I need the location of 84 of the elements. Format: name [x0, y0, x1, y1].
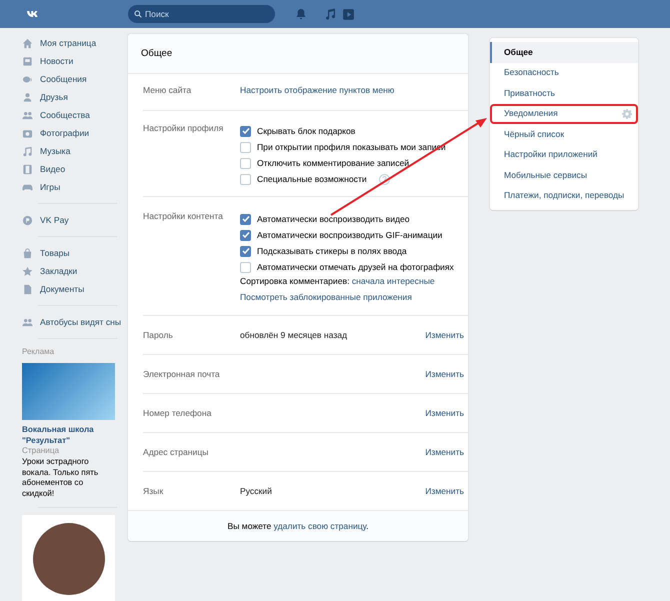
checkbox[interactable] [240, 174, 251, 184]
setting-label: Номер телефона [143, 408, 212, 419]
sidebar-item[interactable]: Видео [22, 160, 66, 178]
camera-icon [22, 128, 33, 138]
change-link[interactable]: Изменить [425, 486, 468, 497]
ad-title[interactable]: Вокальная школа "Результат" [22, 425, 117, 446]
newspaper-icon [22, 56, 33, 66]
menu-item[interactable]: Безопасность [490, 62, 638, 83]
setting-label: Настройки профиля [143, 123, 224, 135]
sidebar-item[interactable]: Новости [22, 52, 74, 70]
change-link[interactable]: Изменить [425, 447, 468, 458]
document-icon [22, 284, 33, 294]
music-note-icon [22, 146, 33, 156]
ad-text: Уроки эстрадного вокала. Только пять абонементов со скидкой! [22, 456, 100, 500]
ad-subtitle: Страница [22, 446, 60, 457]
chat-icon [22, 74, 33, 84]
setting-label: Электронная почта [143, 369, 221, 380]
setting-label: Настройки контента [143, 211, 224, 223]
sidebar-item[interactable]: Товары [22, 244, 70, 262]
checkbox[interactable] [240, 142, 251, 152]
checkbox-label: Скрывать блок подарков [257, 126, 356, 136]
menu-item[interactable]: Приватность [490, 83, 638, 104]
people-icon [22, 316, 33, 328]
change-link[interactable]: Изменить [425, 330, 468, 341]
sidebar-item[interactable]: Сообщества [22, 106, 90, 124]
help-icon[interactable] [378, 174, 390, 184]
setting-label: Адрес страницы [143, 447, 210, 458]
checkbox-label: Автоматически отмечать друзей на фотографиях [257, 262, 454, 272]
checkbox-label: Автоматически воспроизводить видео [257, 214, 410, 224]
search-field[interactable]: Поиск [128, 5, 275, 23]
menu-item[interactable]: Уведомления [490, 104, 638, 124]
sort-link[interactable]: сначала интересные [352, 276, 435, 286]
menu-item[interactable]: Настройки приложений [490, 144, 638, 165]
settings-link[interactable]: Настроить отображение пунктов меню [240, 85, 394, 95]
checkbox-label: Автоматически воспроизводить GIF-анимации [257, 230, 442, 240]
music-icon[interactable] [324, 8, 336, 20]
sidebar-item[interactable]: Сообщения [22, 70, 87, 88]
sidebar-item[interactable]: Игры [22, 178, 60, 196]
card-title: Общее [128, 34, 468, 74]
sidebar-item[interactable]: Документы [22, 280, 84, 298]
person-icon [22, 92, 33, 102]
checkbox-label: Отключить комментирование записей [257, 158, 410, 168]
checkbox-label: Специальные возможности [257, 174, 367, 184]
photo-placeholder[interactable] [22, 514, 115, 601]
setting-label: Язык [143, 486, 164, 497]
checkbox[interactable] [240, 158, 251, 168]
ad-label: Реклама [22, 346, 56, 357]
sidebar-item[interactable]: Закладки [22, 262, 78, 280]
checkbox-label: Подсказывать стикеры в полях ввода [257, 246, 407, 256]
home-icon [22, 38, 33, 48]
sidebar-item[interactable]: Моя страница [22, 34, 96, 52]
checkbox[interactable] [240, 262, 251, 272]
bag-icon [22, 248, 33, 258]
coin-icon [22, 214, 33, 226]
bell-icon[interactable] [295, 8, 307, 20]
sort-setting: Сортировка комментариев: сначала интересные [240, 276, 436, 287]
sidebar-item[interactable]: VK Pay [22, 211, 69, 229]
checkbox[interactable] [240, 230, 251, 240]
search-icon [134, 10, 142, 18]
delete-page-link[interactable]: удалить свою страницу [274, 520, 366, 530]
setting-value: Русский [240, 486, 272, 496]
sidebar-item[interactable]: Фотографии [22, 124, 90, 142]
change-link[interactable]: Изменить [425, 369, 468, 380]
video-icon[interactable] [342, 8, 355, 20]
footer-text: Вы можете удалить свою страницу. [227, 520, 369, 532]
film-icon [22, 164, 33, 174]
checkbox[interactable] [240, 246, 251, 256]
sidebar-item[interactable]: Друзья [22, 88, 68, 106]
menu-item[interactable]: Общее [490, 42, 638, 62]
checkbox[interactable] [240, 126, 251, 136]
setting-label: Пароль [143, 330, 174, 341]
sidebar-item[interactable]: Музыка [22, 142, 70, 160]
setting-label: Меню сайта [143, 85, 192, 96]
menu-item[interactable]: Платежи, подписки, переводы [490, 186, 638, 206]
settings-link[interactable]: Посмотреть заблокированные приложения [240, 292, 412, 303]
gear-icon [622, 108, 632, 119]
checkbox[interactable] [240, 214, 251, 224]
menu-item[interactable]: Мобильные сервисы [490, 165, 638, 186]
people-icon [22, 110, 33, 120]
setting-value: обновлён 9 месяцев назад [240, 330, 348, 340]
sidebar-item[interactable]: Автобусы видят сны [22, 313, 122, 331]
menu-item[interactable]: Чёрный список [490, 124, 638, 144]
change-link[interactable]: Изменить [425, 408, 468, 419]
star-icon [22, 266, 33, 276]
